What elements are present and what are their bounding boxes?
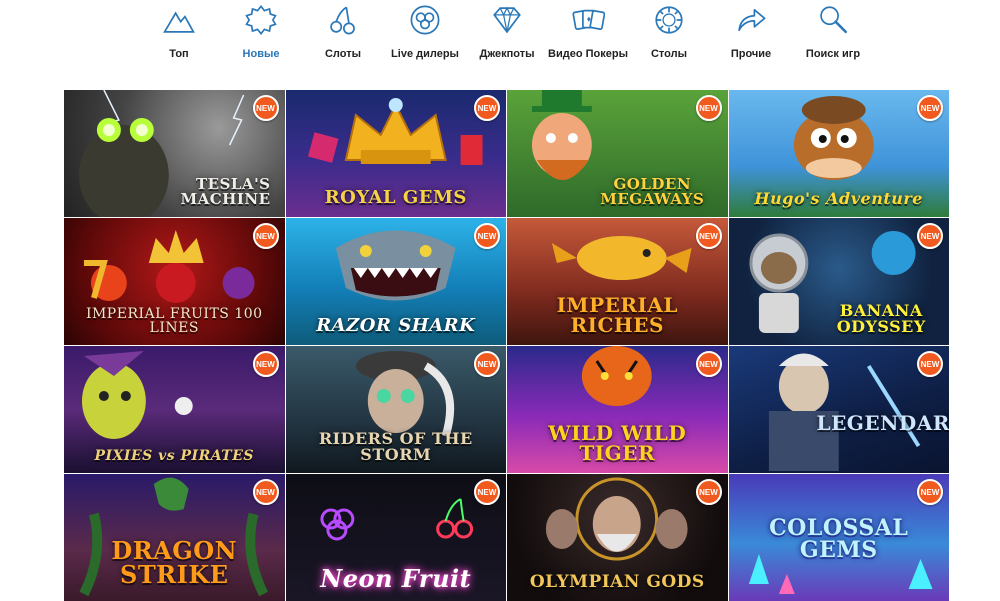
star-badge-icon xyxy=(244,2,278,38)
nav-item-new[interactable]: Новые xyxy=(219,0,303,70)
game-category-nav: Топ Новые Слоты Live дилеры Джекпоты Вид… xyxy=(0,0,1000,80)
new-badge: NEW xyxy=(474,223,500,249)
new-badge: NEW xyxy=(252,223,279,249)
nav-item-video-poker[interactable]: Видео Покеры xyxy=(546,0,630,70)
games-grid: TESLA'S MACHINE NEW ROYAL GEMS NEW GOLDE… xyxy=(64,90,950,601)
game-title: DRAGON STRIKE xyxy=(111,536,238,589)
nav-label: Live дилеры xyxy=(391,48,459,60)
nav-label: Джекпоты xyxy=(479,48,535,60)
game-tile[interactable]: DRAGON STRIKE NEW xyxy=(64,474,285,601)
game-tile[interactable]: RAZOR SHARK NEW xyxy=(285,218,506,345)
game-title: BANANA ODYSSEY xyxy=(836,301,926,336)
game-tile[interactable]: WILD WILD TIGER NEW xyxy=(507,346,728,473)
cherries-icon xyxy=(326,2,360,38)
game-tile[interactable]: RIDERS OF THE STORM NEW xyxy=(285,346,506,473)
nav-label: Столы xyxy=(650,48,687,60)
new-badge: NEW xyxy=(695,479,722,505)
nav-item-live-dealers[interactable]: Live дилеры xyxy=(383,0,467,70)
nav-item-top[interactable]: Топ xyxy=(137,0,221,70)
nav-item-slots[interactable]: Слоты xyxy=(301,0,385,70)
game-tile[interactable]: COLOSSAL GEMS NEW xyxy=(728,474,949,601)
game-title: TESLA'S MACHINE xyxy=(180,175,271,208)
game-title: RAZOR SHARK xyxy=(316,315,476,336)
game-tile[interactable]: Hugo's Adventure NEW xyxy=(728,90,949,217)
new-badge: NEW xyxy=(917,479,943,505)
share-arrow-icon xyxy=(734,2,768,38)
nav-item-search-games[interactable]: Поиск игр xyxy=(791,0,875,70)
game-tile[interactable]: PIXIES vs PIRATES NEW xyxy=(64,346,285,473)
new-badge: NEW xyxy=(695,351,722,377)
game-title: IMPERIAL FRUITS 100 LINES xyxy=(85,306,263,336)
nav-item-jackpots[interactable]: Джекпоты xyxy=(465,0,549,70)
new-badge: NEW xyxy=(917,351,943,377)
casino-chip-icon xyxy=(652,2,686,38)
nav-item-other[interactable]: Прочие xyxy=(709,0,793,70)
game-tile[interactable]: Neon Fruit NEW xyxy=(285,474,506,601)
game-title: GOLDEN MEGAWAYS xyxy=(600,175,705,208)
game-tile[interactable]: ROYAL GEMS NEW xyxy=(285,90,506,217)
game-title: PIXIES vs PIRATES xyxy=(94,448,255,464)
game-tile[interactable]: IMPERIAL FRUITS 100 LINES NEW xyxy=(64,218,285,345)
new-badge: NEW xyxy=(252,351,279,377)
new-badge: NEW xyxy=(474,351,500,377)
game-title: RIDERS OF THE STORM xyxy=(318,429,473,464)
search-icon xyxy=(816,2,850,38)
diamond-icon xyxy=(490,2,524,38)
game-title: OLYMPIAN GODS xyxy=(529,572,705,592)
game-title: COLOSSAL GEMS xyxy=(769,515,909,563)
game-tile[interactable]: IMPERIAL RICHES NEW xyxy=(507,218,728,345)
new-badge: NEW xyxy=(474,479,500,505)
nav-label: Прочие xyxy=(730,48,772,60)
game-tile[interactable]: GOLDEN MEGAWAYS NEW xyxy=(507,90,728,217)
mountain-icon xyxy=(162,2,196,38)
new-badge: NEW xyxy=(917,223,943,249)
game-thumbnail xyxy=(728,346,949,473)
game-title: Neon Fruit xyxy=(320,564,472,593)
new-badge: NEW xyxy=(695,95,722,121)
new-badge: NEW xyxy=(695,223,722,249)
nav-label: Новые xyxy=(242,48,280,60)
game-title: LEGENDARY xyxy=(816,411,950,435)
game-title: Hugo's Adventure xyxy=(754,189,923,208)
game-tile[interactable]: TESLA'S MACHINE NEW xyxy=(64,90,285,217)
new-badge: NEW xyxy=(474,95,500,121)
game-title: ROYAL GEMS xyxy=(324,187,467,208)
nav-label: Видео Покеры xyxy=(548,48,628,60)
game-title: IMPERIAL RICHES xyxy=(556,293,678,337)
new-badge: NEW xyxy=(252,95,279,121)
game-tile[interactable]: OLYMPIAN GODS NEW xyxy=(507,474,728,601)
nav-item-tables[interactable]: Столы xyxy=(627,0,711,70)
game-title: WILD WILD TIGER xyxy=(548,421,687,465)
new-badge: NEW xyxy=(252,479,279,505)
game-tile[interactable]: LEGENDARY NEW xyxy=(728,346,950,473)
game-tile[interactable]: BANANA ODYSSEY NEW xyxy=(728,218,949,345)
nav-label: Топ xyxy=(169,48,189,60)
nav-label: Слоты xyxy=(324,48,361,60)
nav-label: Поиск игр xyxy=(805,48,861,60)
cards-icon xyxy=(571,2,605,38)
chip-clover-icon xyxy=(408,2,442,38)
new-badge: NEW xyxy=(917,95,943,121)
